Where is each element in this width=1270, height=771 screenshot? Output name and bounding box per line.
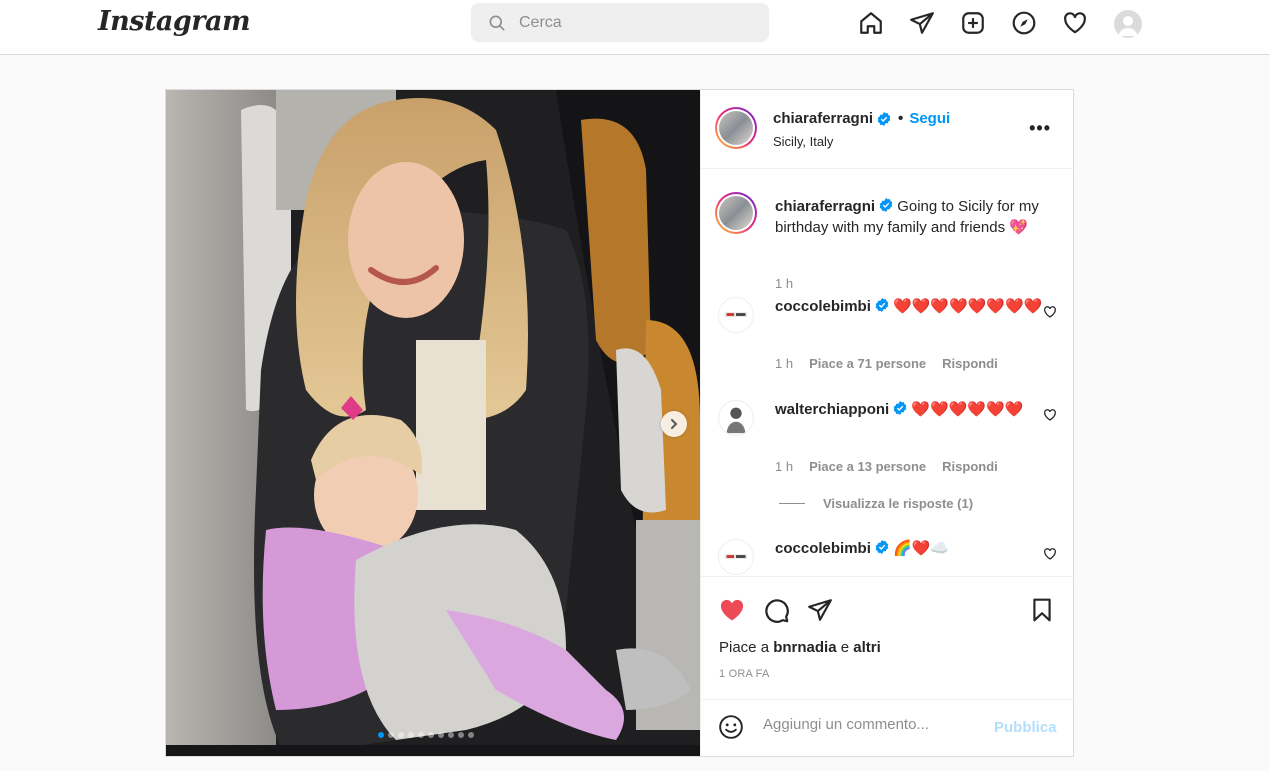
caption-author-avatar[interactable] [715, 192, 757, 234]
post-actions: Piace a bnrnadia e altri 1 ORA FA [701, 576, 1074, 700]
more-options-icon[interactable]: ••• [1029, 118, 1051, 139]
comment-username[interactable]: coccolebimbi [775, 540, 871, 557]
carousel-dot [458, 732, 464, 738]
likes-summary[interactable]: Piace a bnrnadia e altri [719, 639, 881, 656]
search-input[interactable] [519, 13, 749, 32]
activity-heart-icon[interactable] [1059, 9, 1091, 37]
reply-button[interactable]: Rispondi [942, 356, 998, 371]
comment-like-heart-icon[interactable] [1043, 305, 1057, 319]
comment-time[interactable]: 1 h [775, 459, 793, 474]
separator-dot: • [898, 110, 904, 127]
comment-likes-count[interactable]: Piace a 13 persone [809, 459, 926, 474]
post-location[interactable]: Sicily, Italy [773, 134, 833, 149]
post-media[interactable] [166, 90, 700, 756]
verified-badge-icon [879, 198, 893, 212]
share-icon[interactable] [805, 595, 835, 625]
liked-by-user[interactable]: bnrnadia [773, 639, 836, 656]
chevron-right-icon [671, 419, 678, 429]
commenter-avatar[interactable] [718, 539, 754, 575]
view-replies-label: Visualizza le risposte (1) [823, 496, 974, 511]
search-icon [489, 15, 505, 30]
nav-icons [855, 9, 1110, 37]
new-post-icon[interactable] [957, 9, 989, 37]
carousel-dot [418, 732, 424, 738]
comment-like-heart-icon[interactable] [1043, 408, 1057, 422]
carousel-dot [388, 732, 394, 738]
post-header: chiaraferragni • Segui Sicily, Italy ••• [701, 90, 1073, 169]
commenter-avatar[interactable] [718, 400, 754, 436]
follow-button[interactable]: Segui [909, 110, 950, 127]
verified-badge-icon [877, 111, 891, 126]
comment-like-heart-icon[interactable] [1043, 547, 1057, 561]
comment-text: ❤️❤️❤️❤️❤️❤️ [911, 401, 1024, 418]
post-sidebar: chiaraferragni • Segui Sicily, Italy •••… [700, 90, 1074, 756]
verified-badge-icon [893, 401, 907, 415]
post-time-ago[interactable]: 1 ORA FA [719, 668, 770, 680]
comment-username[interactable]: walterchiapponi [775, 401, 889, 418]
divider-line [779, 503, 805, 504]
top-nav: Instagram [0, 0, 1270, 55]
carousel-dot [378, 732, 384, 738]
view-replies-button[interactable]: Visualizza le risposte (1) [779, 496, 973, 511]
likes-joiner: e [840, 639, 850, 656]
verified-badge-icon [875, 298, 889, 312]
comment-time[interactable]: 1 h [775, 356, 793, 371]
publish-button[interactable]: Pubblica [994, 719, 1057, 736]
carousel-dot [428, 732, 434, 738]
comment-username[interactable]: coccolebimbi [775, 298, 871, 315]
carousel-dot [438, 732, 444, 738]
caption-time[interactable]: 1 h [775, 276, 793, 291]
author-avatar[interactable] [715, 107, 757, 149]
home-icon[interactable] [855, 9, 887, 37]
reply-button[interactable]: Rispondi [942, 459, 998, 474]
carousel-dot [448, 732, 454, 738]
comment-likes-count[interactable]: Piace a 71 persone [809, 356, 926, 371]
explore-icon[interactable] [1008, 9, 1040, 37]
post-card: chiaraferragni • Segui Sicily, Italy •••… [165, 89, 1074, 757]
emoji-icon[interactable] [718, 714, 746, 742]
comment-text: ❤️❤️❤️❤️❤️❤️❤️❤️ [893, 298, 1043, 315]
commenter-avatar[interactable] [718, 297, 754, 333]
carousel-dot [408, 732, 414, 738]
carousel-dot [468, 732, 474, 738]
carousel-next-button[interactable] [661, 411, 687, 437]
caption-username[interactable]: chiaraferragni [775, 198, 875, 215]
save-bookmark-icon[interactable] [1027, 595, 1057, 625]
like-heart-icon[interactable] [717, 595, 747, 625]
profile-avatar[interactable] [1114, 10, 1142, 38]
instagram-logo[interactable]: Instagram [98, 6, 251, 37]
comment-text: 🌈❤️☁️ [893, 540, 950, 557]
author-username[interactable]: chiaraferragni [773, 110, 873, 127]
carousel-indicator [378, 732, 474, 738]
search-box[interactable] [471, 3, 769, 42]
likes-prefix: Piace a [719, 639, 770, 656]
add-comment-bar: Pubblica [701, 699, 1074, 756]
likes-others[interactable]: altri [853, 639, 881, 656]
verified-badge-icon [875, 540, 889, 554]
post-photo [166, 90, 700, 756]
comments-list: chiaraferragni Going to Sicily for my bi… [701, 170, 1074, 576]
comment-input[interactable] [763, 716, 983, 733]
direct-icon[interactable] [906, 9, 938, 37]
carousel-dot [398, 732, 404, 738]
comment-icon[interactable] [761, 595, 791, 625]
